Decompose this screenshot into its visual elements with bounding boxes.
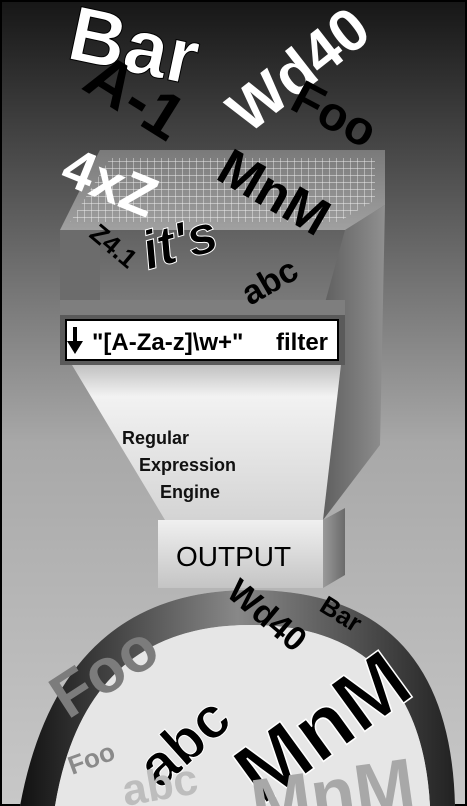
filter-label: filter bbox=[276, 329, 328, 356]
engine-line-1: Regular bbox=[122, 428, 189, 448]
filter-pattern: "[A-Za-z]\w+" bbox=[92, 329, 243, 356]
regex-filter-illustration: "[A-Za-z]\w+" filter Regular Expression … bbox=[0, 0, 467, 806]
engine-line-2: Expression bbox=[139, 455, 236, 475]
diagram-canvas: "[A-Za-z]\w+" filter Regular Expression … bbox=[0, 0, 467, 806]
filter-box: "[A-Za-z]\w+" filter bbox=[60, 315, 345, 365]
engine-line-3: Engine bbox=[160, 482, 220, 502]
output-label: OUTPUT bbox=[176, 541, 291, 572]
